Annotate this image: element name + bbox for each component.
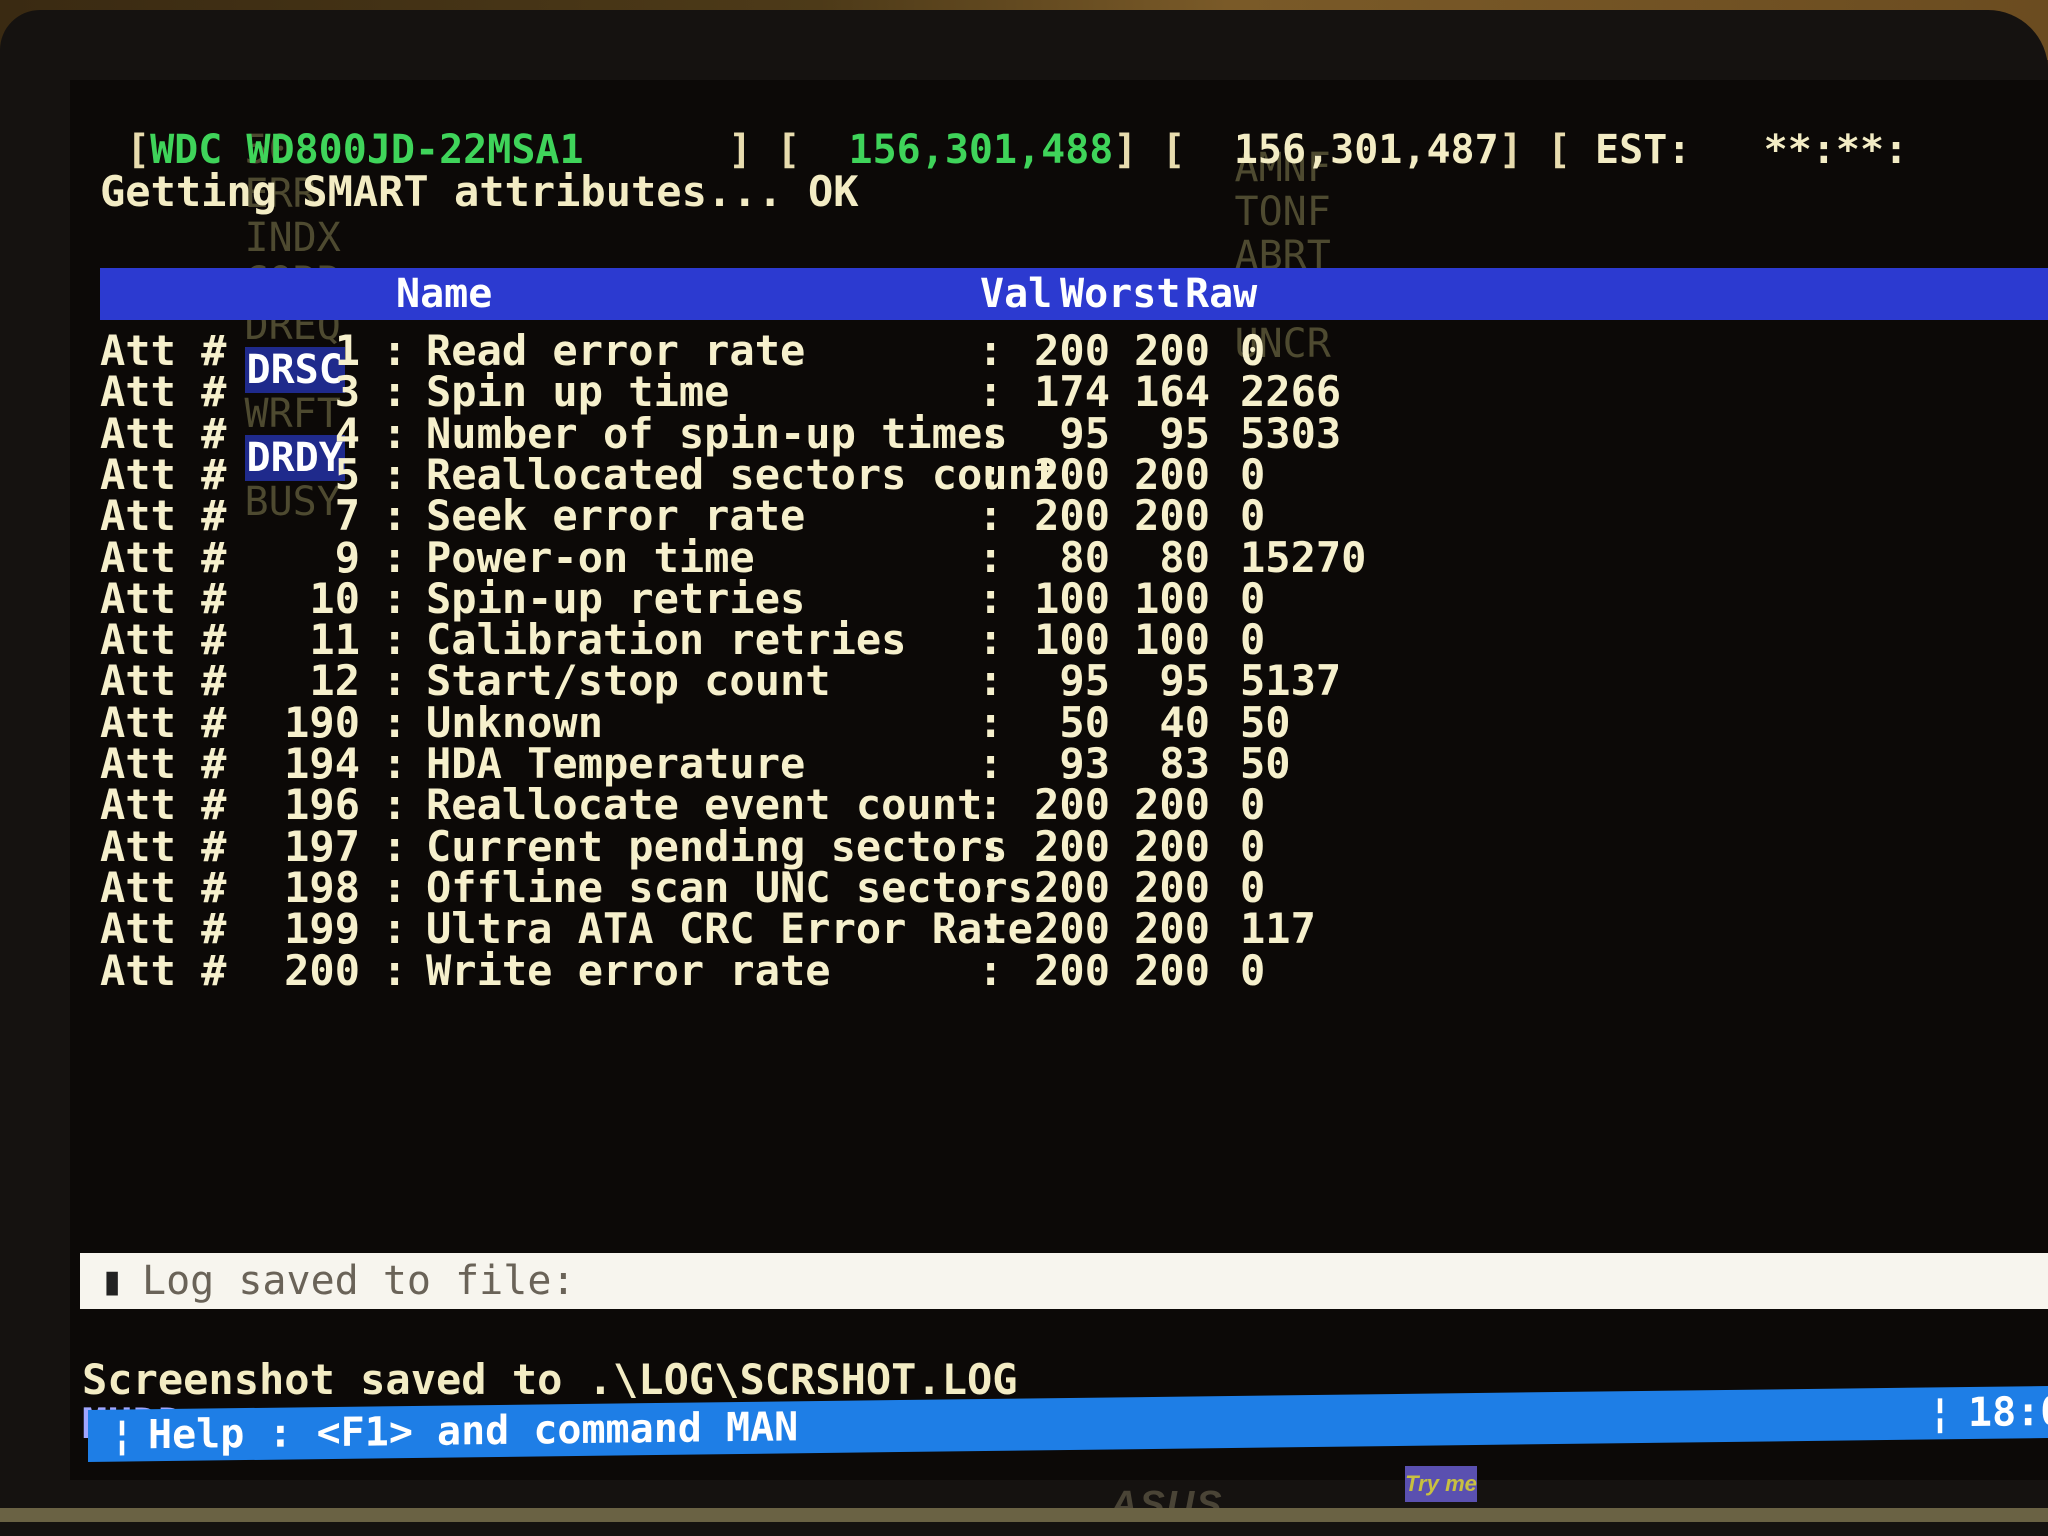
help-separator: ¦ — [110, 1412, 135, 1459]
monitor-sticker: Try me — [1405, 1466, 1477, 1502]
header-worst: Worst — [1060, 271, 1181, 317]
clock-separator: ¦ — [1928, 1390, 1953, 1437]
est-value: **:**: — [1763, 127, 1909, 173]
header-val: Val — [980, 271, 1053, 317]
row-worst: 200 — [1134, 945, 1210, 995]
current-lba: 156,301,487 — [1233, 127, 1499, 173]
screenshot-message: Screenshot saved to .\LOG\SCRSHOT.LOG — [82, 1355, 1018, 1404]
log-bullet-icon: ▮ — [100, 1258, 125, 1304]
flag-indx: INDX — [244, 215, 341, 261]
help-text: Help : <F1> and command MAN — [148, 1404, 799, 1459]
monitor-stand-edge — [0, 1508, 2048, 1522]
clock: 18:0 — [1968, 1388, 2048, 1437]
est-label: EST: — [1595, 127, 1692, 173]
total-lba: 156,301,488 — [848, 127, 1114, 173]
header-raw: Raw — [1185, 271, 1258, 317]
row-attribute-id: 200 — [284, 945, 360, 995]
row-prefix: Att # — [100, 945, 227, 995]
row-raw: 0 — [1240, 945, 1266, 995]
log-text: Log saved to file: — [142, 1258, 576, 1304]
row-attribute-name: Write error rate — [426, 945, 831, 995]
log-bar: ▮ Log saved to file: — [80, 1253, 2048, 1309]
monitor-bezel: 50 ERR INDX CORR DREQ DRSC WRFT DRDY BUS… — [0, 10, 2048, 1536]
terminal-screen: 50 ERR INDX CORR DREQ DRSC WRFT DRDY BUS… — [70, 80, 2048, 1480]
flag-tonf: TONF — [1234, 189, 1331, 235]
drive-info: [WDC WD800JD-22MSA1 ] [ 156,301,488] [ 1… — [126, 127, 1909, 173]
status-message: Getting SMART attributes... OK — [100, 167, 859, 216]
row-colon: : — [382, 945, 408, 995]
header-name: Name — [396, 271, 493, 317]
table-header: Name Val Worst Raw — [100, 268, 2048, 320]
table-row: Att #200: Write error rate:200 200 0 — [100, 944, 1700, 998]
row-value: 200 — [1034, 945, 1110, 995]
